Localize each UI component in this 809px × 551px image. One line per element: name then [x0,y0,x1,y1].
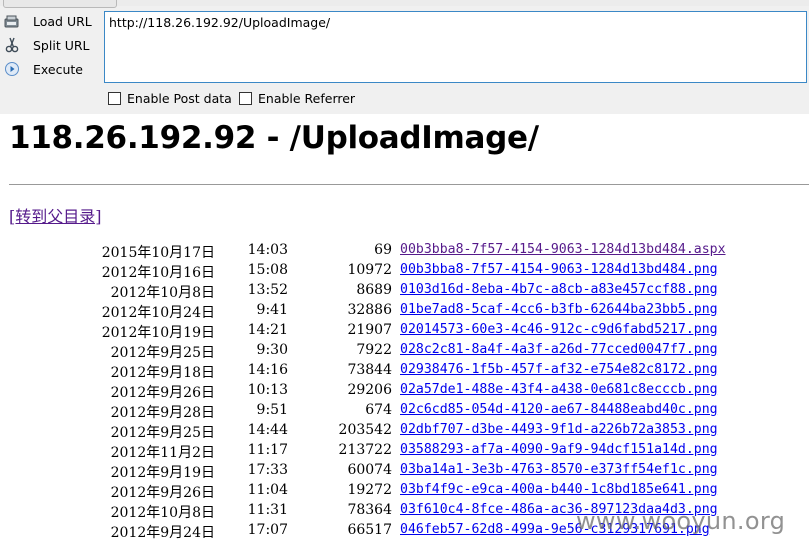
file-time: 14:44 [247,422,288,438]
file-size: 32886 [347,302,392,318]
file-link[interactable]: 00b3bba8-7f57-4154-9063-1284d13bd484.png [400,262,718,277]
file-time: 13:52 [247,282,288,298]
post-data-checkbox-box[interactable] [108,92,121,105]
enable-post-data-label: Enable Post data [127,91,232,106]
url-input[interactable]: http://118.26.192.92/UploadImage/ [104,11,807,83]
listing-row: 2015年10月17日 14:03 69 00b3bba8-7f57-4154-906… [0,242,809,262]
parent-directory-link[interactable]: [转到父目录] [9,203,102,227]
file-time: 11:31 [247,502,288,518]
file-date: 2012年9月28日 [110,405,215,421]
watermark: www.wooyun.org [576,507,786,535]
toolbar-top-strip [0,0,809,8]
toolbar-top-button[interactable] [3,0,117,8]
file-time: 14:16 [247,362,288,378]
referrer-checkbox-box[interactable] [239,92,252,105]
split-url-label: Split URL [33,37,90,53]
file-size: 213722 [338,442,392,458]
load-url-label: Load URL [33,13,92,29]
listing-row: 2012年9月26日 11:04 19272 03bf4f9c-e9ca-400a-b… [0,482,809,502]
file-date: 2012年10月8日 [110,285,215,301]
execute-icon [4,61,20,77]
file-time: 9:30 [256,342,288,358]
file-link[interactable]: 028c2c81-8a4f-4a3f-a26d-77cced0047f7.png [400,342,718,357]
file-link[interactable]: 03ba14a1-3e3b-4763-8570-e373ff54ef1c.png [400,462,718,477]
file-date: 2012年11月2日 [110,445,215,461]
listing-row: 2012年10月8日 13:52 8689 0103d16d-8eba-4b7c-a8… [0,282,809,302]
listing-row: 2012年9月25日 14:44 203542 02dbf707-d3be-4493-… [0,422,809,442]
enable-referrer-checkbox[interactable]: Enable Referrer [239,91,355,106]
file-date: 2012年9月18日 [110,365,215,381]
listing-row: 2012年10月19日 14:21 21907 02014573-60e3-4c46-… [0,322,809,342]
split-url-icon [4,37,20,53]
file-date: 2012年9月26日 [110,385,215,401]
file-time: 11:17 [247,442,288,458]
file-size: 66517 [347,522,392,538]
file-size: 73844 [347,362,392,378]
file-date: 2012年9月24日 [110,525,215,541]
file-date: 2012年9月26日 [110,485,215,501]
page-title: 118.26.192.92 - /UploadImage/ [9,120,539,156]
file-link[interactable]: 01be7ad8-5caf-4cc6-b3fb-62644ba23bb5.png [400,302,718,317]
file-time: 14:03 [247,242,288,258]
file-date: 2012年9月25日 [110,425,215,441]
listing-row: 2012年11月2日 11:17 213722 03588293-af7a-4090-… [0,442,809,462]
file-size: 7922 [356,342,392,358]
listing-row: 2012年10月24日 9:41 32886 01be7ad8-5caf-4cc6-b… [0,302,809,322]
file-size: 60074 [347,462,392,478]
file-size: 29206 [347,382,392,398]
file-time: 9:51 [256,402,288,418]
file-link[interactable]: 03588293-af7a-4090-9af9-94dcf151a14d.png [400,442,718,457]
load-url-icon [4,13,20,29]
file-time: 9:41 [256,302,288,318]
file-link[interactable]: 02938476-1f5b-457f-af32-e754e82c8172.png [400,362,718,377]
file-link[interactable]: 02a57de1-488e-43f4-a438-0e681c8ecccb.png [400,382,718,397]
file-time: 14:21 [247,322,288,338]
divider [9,184,809,185]
file-link[interactable]: 0103d16d-8eba-4b7c-a8cb-a83e457ccf88.png [400,282,718,297]
file-size: 21907 [347,322,392,338]
file-time: 17:07 [247,522,288,538]
enable-post-data-checkbox[interactable]: Enable Post data [108,91,232,106]
listing-row: 2012年9月19日 17:33 60074 03ba14a1-3e3b-4763-8… [0,462,809,482]
file-size: 8689 [356,282,392,298]
hackbar-toolbar: Load URL Split URL Execute http://118.26… [0,0,809,114]
listing-row: 2012年10月16日 15:08 10972 00b3bba8-7f57-4154-… [0,262,809,282]
file-date: 2012年10月24日 [101,305,215,321]
file-link[interactable]: 03bf4f9c-e9ca-400a-b440-1c8bd185e641.png [400,482,718,497]
file-link[interactable]: 02014573-60e3-4c46-912c-c9d6fabd5217.png [400,322,718,337]
file-size: 78364 [347,502,392,518]
file-date: 2012年10月8日 [110,505,215,521]
file-link[interactable]: 02dbf707-d3be-4493-9f1d-a226b72a3853.png [400,422,718,437]
file-date: 2012年10月19日 [101,325,215,341]
file-time: 15:08 [247,262,288,278]
listing-row: 2012年9月18日 14:16 73844 02938476-1f5b-457f-a… [0,362,809,382]
file-time: 17:33 [247,462,288,478]
file-size: 10972 [347,262,392,278]
file-size: 69 [374,242,392,258]
enable-referrer-label: Enable Referrer [258,91,356,106]
file-time: 11:04 [247,482,288,498]
file-date: 2012年9月25日 [110,345,215,361]
listing-row: 2012年9月26日 10:13 29206 02a57de1-488e-43f4-a… [0,382,809,402]
file-size: 674 [365,402,392,418]
file-link[interactable]: 00b3bba8-7f57-4154-9063-1284d13bd484.asp… [400,242,726,257]
listing-row: 2012年9月28日 9:51 674 02c6cd85-054d-4120-ae67… [0,402,809,422]
file-date: 2012年9月19日 [110,465,215,481]
listing-row: 2012年9月25日 9:30 7922 028c2c81-8a4f-4a3f-a26… [0,342,809,362]
execute-label: Execute [33,61,83,77]
file-size: 203542 [338,422,392,438]
file-size: 19272 [347,482,392,498]
file-date: 2012年10月16日 [101,265,215,281]
file-time: 10:13 [247,382,288,398]
file-link[interactable]: 02c6cd85-054d-4120-ae67-84488eabd40c.png [400,402,718,417]
file-date: 2015年10月17日 [101,245,215,261]
